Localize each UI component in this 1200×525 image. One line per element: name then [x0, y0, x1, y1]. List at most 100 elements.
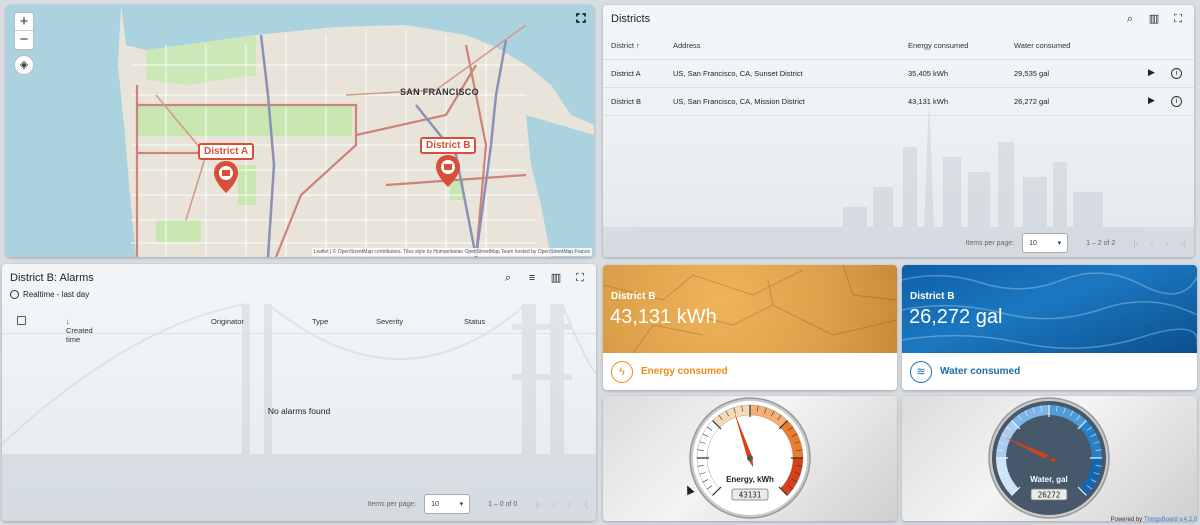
- first-page-icon[interactable]: |‹: [535, 499, 540, 509]
- alarms-table-header: Created time ↓ Originator Type Severity …: [2, 308, 596, 344]
- map-pin-icon: [436, 155, 461, 187]
- column-header-actions: [1126, 33, 1194, 60]
- search-icon[interactable]: ⌕: [1124, 13, 1136, 25]
- items-per-page-label: Items per page:: [965, 239, 1015, 247]
- page-size-select[interactable]: 10 ▾: [1022, 233, 1069, 253]
- last-page-icon[interactable]: ›|: [1181, 238, 1186, 248]
- cell-district: District B: [603, 87, 665, 116]
- card-label: Energy consumed: [641, 366, 728, 377]
- column-header-type[interactable]: Type: [312, 317, 328, 326]
- map-widget[interactable]: + − ◈ SAN FRANCISCO District A District …: [6, 5, 594, 257]
- info-icon[interactable]: i: [1170, 96, 1182, 107]
- cell-address: US, San Francisco, CA, Sunset District: [665, 59, 900, 88]
- water-value-card: District B 26,272 gal ≋ Water consumed: [902, 265, 1197, 390]
- table-row[interactable]: District B US, San Francisco, CA, Missio…: [603, 87, 1194, 116]
- zoom-in-button[interactable]: +: [15, 13, 33, 31]
- table-row[interactable]: District A US, San Francisco, CA, Sunset…: [603, 59, 1194, 88]
- search-icon[interactable]: ⌕: [502, 272, 514, 284]
- widget-title: District B: Alarms: [10, 272, 94, 284]
- column-header-severity[interactable]: Severity: [376, 317, 403, 326]
- timewindow-label: Realtime - last day: [23, 290, 90, 299]
- column-header-status[interactable]: Status: [464, 317, 485, 326]
- gauge-readout: 26272: [1038, 491, 1061, 500]
- dropdown-arrow-icon: ▾: [459, 501, 464, 508]
- paginator: Items per page: 10 ▾ 1 – 0 of 0 |‹ ‹ › ›|: [367, 494, 588, 514]
- card-district-label: District B: [611, 291, 656, 302]
- card-value: 43,131 kWh: [610, 306, 717, 328]
- districts-table: District ↑ Address Energy consumed Water…: [603, 33, 1194, 116]
- filter-icon[interactable]: ≡: [526, 272, 538, 284]
- cell-energy: 43,131 kWh: [900, 87, 1006, 116]
- water-gauge-card: Water, gal 26272: [902, 396, 1197, 521]
- empty-message: No alarms found: [267, 406, 331, 416]
- column-header-originator[interactable]: Originator: [211, 317, 244, 326]
- gauge-title: Energy, kWh: [726, 475, 774, 484]
- fullscreen-icon[interactable]: ⛶: [1172, 13, 1184, 25]
- prev-page-icon[interactable]: ‹: [1151, 238, 1154, 248]
- powered-by[interactable]: Powered by ThingsBoard v.4.2.0: [1110, 517, 1197, 523]
- energy-card-background: District B 43,131 kWh: [603, 265, 897, 353]
- districts-widget: Districts ⌕ ▥ ⛶ District ↑ Address Energ…: [603, 5, 1194, 257]
- play-icon[interactable]: ▶: [1148, 95, 1155, 105]
- next-page-icon[interactable]: ›: [1166, 238, 1169, 248]
- table-header-row: District ↑ Address Energy consumed Water…: [603, 33, 1194, 60]
- card-label: Water consumed: [940, 366, 1021, 377]
- column-header-district[interactable]: District ↑: [603, 33, 665, 60]
- marker-district-a[interactable]: District A: [198, 141, 255, 194]
- gauge-readout: 43131: [739, 491, 762, 500]
- next-page-icon[interactable]: ›: [568, 499, 571, 509]
- first-page-icon[interactable]: |‹: [1133, 238, 1138, 248]
- cell-water: 26,272 gal: [1006, 87, 1126, 116]
- timewindow[interactable]: Realtime - last day: [10, 290, 89, 299]
- cell-district: District A: [603, 59, 665, 88]
- page-size-select[interactable]: 10 ▾: [424, 494, 471, 514]
- columns-icon[interactable]: ▥: [550, 272, 562, 284]
- column-header-energy[interactable]: Energy consumed: [900, 33, 1006, 60]
- marker-label: District A: [198, 143, 255, 160]
- widget-toolbar: ⌕ ≡ ▥ ⛶: [502, 272, 586, 284]
- page-range: 1 – 2 of 2: [1086, 239, 1116, 247]
- fullscreen-icon[interactable]: ⛶: [574, 272, 586, 284]
- layers-icon[interactable]: ◈: [14, 55, 34, 75]
- water-gauge: Water, gal 26272: [988, 397, 1110, 519]
- columns-icon[interactable]: ▥: [1148, 13, 1160, 25]
- column-header-water[interactable]: Water consumed: [1006, 33, 1126, 60]
- play-icon[interactable]: ▶: [1148, 67, 1155, 77]
- gauge-hub: [1046, 455, 1052, 461]
- bridge-background: [2, 303, 596, 521]
- energy-gauge-card: Energy, kWh 43131: [603, 396, 897, 521]
- swimming-icon: ≋: [910, 360, 932, 383]
- dropdown-arrow-icon: ▾: [1057, 240, 1062, 247]
- marker-district-b[interactable]: District B: [420, 135, 477, 188]
- map-city-label: SAN FRANCISCO: [400, 87, 479, 97]
- map-tiles[interactable]: [6, 5, 594, 257]
- card-value: 26,272 gal: [909, 306, 1003, 328]
- items-per-page-label: Items per page:: [367, 500, 417, 508]
- map-pin-icon: [214, 161, 239, 193]
- clock-icon: [10, 290, 19, 299]
- water-card-background: District B 26,272 gal: [902, 265, 1197, 353]
- widget-title: Districts: [611, 13, 651, 25]
- marker-label: District B: [420, 137, 477, 154]
- cell-address: US, San Francisco, CA, Mission District: [665, 87, 900, 116]
- prev-page-icon[interactable]: ‹: [553, 499, 556, 509]
- alarms-widget: District B: Alarms ⌕ ≡ ▥ ⛶ Realtime - la…: [2, 264, 596, 521]
- column-header-address[interactable]: Address: [665, 33, 900, 60]
- zoom-out-button[interactable]: −: [15, 31, 33, 49]
- page-range: 1 – 0 of 0: [488, 500, 518, 508]
- select-all-checkbox[interactable]: [17, 316, 26, 325]
- cell-energy: 35,405 kWh: [900, 59, 1006, 88]
- card-district-label: District B: [910, 291, 955, 302]
- gauge-title: Water, gal: [1030, 475, 1068, 484]
- energy-value-card: District B 43,131 kWh ϟ Energy consumed: [603, 265, 897, 390]
- widget-toolbar: ⌕ ▥ ⛶: [1124, 13, 1184, 25]
- zoom-control: + −: [14, 12, 34, 50]
- map-attribution[interactable]: Leaflet | © OpenStreetMap contributors. …: [311, 248, 592, 256]
- cell-water: 29,535 gal: [1006, 59, 1126, 88]
- gauge-hub: [747, 455, 753, 461]
- energy-gauge: Energy, kWh 43131: [689, 397, 811, 519]
- paginator: Items per page: 10 ▾ 1 – 2 of 2 |‹ ‹ › ›|: [965, 233, 1186, 253]
- last-page-icon[interactable]: ›|: [583, 499, 588, 509]
- info-icon[interactable]: i: [1170, 68, 1182, 79]
- column-header-created[interactable]: Created time ↓: [66, 317, 93, 344]
